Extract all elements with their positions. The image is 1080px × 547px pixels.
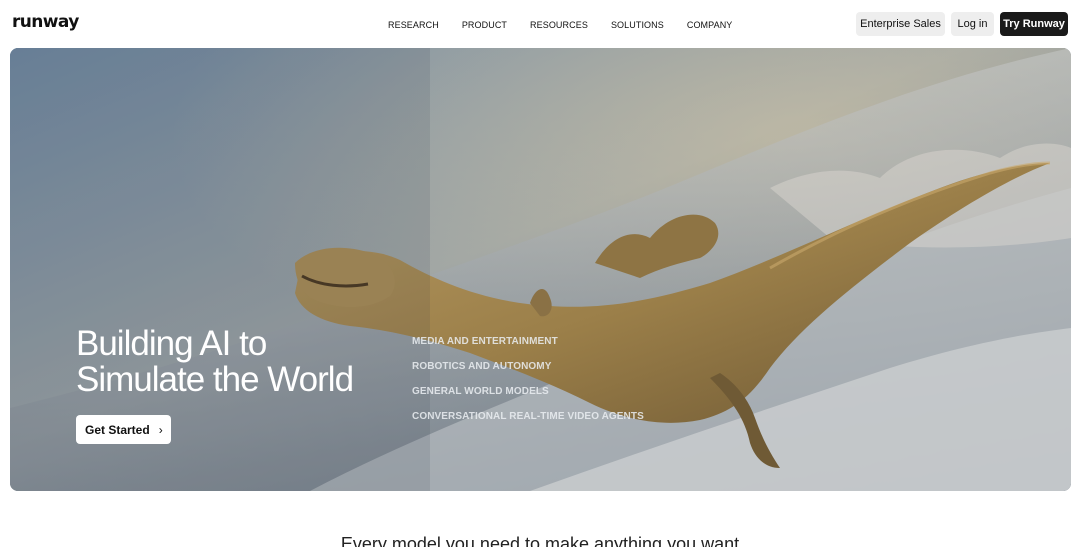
enterprise-sales-button[interactable]: Enterprise Sales [856,12,945,36]
nav-company[interactable]: COMPANY [687,20,733,30]
hero-title: Building AI to Simulate the World [76,324,354,399]
main-nav: RESEARCH PRODUCT RESOURCES SOLUTIONS COM… [388,20,732,30]
nav-solutions[interactable]: SOLUTIONS [611,20,664,30]
login-button[interactable]: Log in [951,12,994,36]
top-navigation: runway RESEARCH PRODUCT RESOURCES SOLUTI… [0,0,1080,48]
solution-conversational-video-agents[interactable]: CONVERSATIONAL REAL-TIME VIDEO AGENTS [412,411,644,436]
hero-banner: Building AI to Simulate the World Get St… [10,48,1071,491]
try-runway-button[interactable]: Try Runway [1000,12,1068,36]
solution-general-world-models[interactable]: GENERAL WORLD MODELS [412,386,644,411]
nav-research[interactable]: RESEARCH [388,20,439,30]
solution-robotics-and-autonomy[interactable]: ROBOTICS AND AUTONOMY [412,361,644,386]
chevron-right-icon: › [158,422,163,437]
solutions-list: MEDIA AND ENTERTAINMENT ROBOTICS AND AUT… [412,336,644,436]
get-started-label: Get Started [85,422,150,437]
section-heading: Every model you need to make anything yo… [340,534,740,547]
runway-logo[interactable]: runway [12,12,79,32]
hero-title-line-1: Building AI to [76,324,267,363]
hero-title-line-2: Simulate the World [76,360,354,399]
nav-product[interactable]: PRODUCT [462,20,507,30]
solution-media-and-entertainment[interactable]: MEDIA AND ENTERTAINMENT [412,336,644,361]
get-started-button[interactable]: Get Started › [76,415,171,444]
nav-resources[interactable]: RESOURCES [530,20,588,30]
